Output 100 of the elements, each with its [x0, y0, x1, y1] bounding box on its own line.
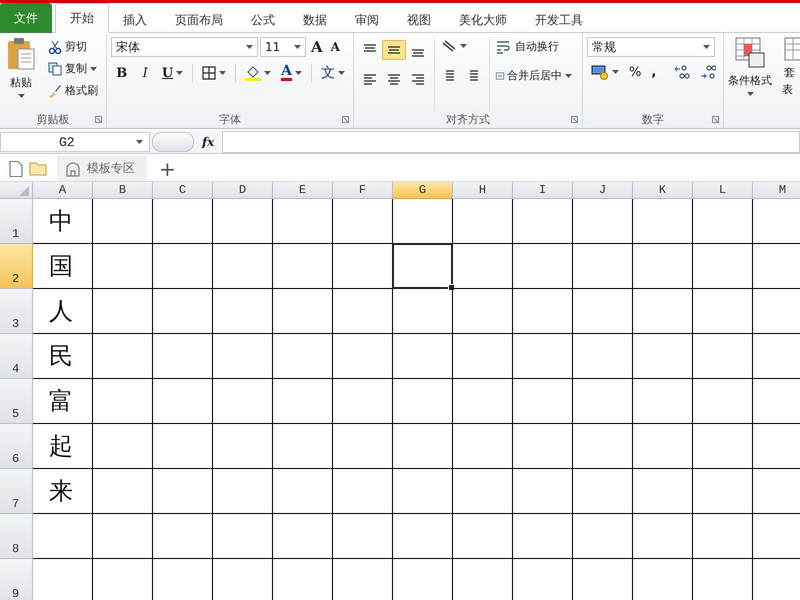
column-header[interactable]: E — [273, 182, 333, 199]
font-size-dropdown[interactable]: 11 — [260, 37, 306, 57]
merge-center-button[interactable]: 合并后居中 — [492, 66, 576, 85]
row-header[interactable]: 1 — [0, 199, 33, 244]
insert-function-button[interactable]: fx — [196, 135, 220, 149]
bold-button[interactable]: B — [111, 64, 132, 82]
row-header[interactable]: 8 — [0, 514, 33, 559]
table-chart-icon — [735, 37, 765, 69]
row-header[interactable]: 5 — [0, 379, 33, 424]
ribbon-tab[interactable]: 页面布局 — [161, 7, 237, 33]
grid-cell — [573, 379, 633, 424]
conditional-formatting-button[interactable]: 条件格式 — [724, 33, 776, 128]
copy-button[interactable]: 复制 — [44, 59, 102, 78]
group-label: 剪贴板 — [36, 112, 70, 127]
template-tab[interactable]: 模板专区 — [57, 156, 147, 181]
italic-button[interactable]: I — [134, 64, 156, 82]
paste-button[interactable]: 粘贴 — [4, 37, 38, 111]
grid-cell — [693, 199, 753, 244]
row-header[interactable]: 4 — [0, 334, 33, 379]
ribbon-tab[interactable]: 视图 — [393, 7, 445, 33]
row-header[interactable]: 6 — [0, 424, 33, 469]
decrease-decimal-icon — [700, 65, 716, 79]
cell-text: 人 — [49, 296, 73, 327]
percent-button[interactable]: % — [625, 62, 646, 82]
grid-cell — [453, 424, 513, 469]
row-header[interactable]: 2 — [0, 244, 33, 289]
column-header[interactable]: A — [33, 182, 93, 199]
number-format-dropdown[interactable]: 常规 — [587, 37, 715, 57]
grid-cell — [513, 199, 573, 244]
phonetic-button[interactable]: 文 — [316, 62, 349, 84]
ribbon-tab[interactable]: 开发工具 — [521, 7, 597, 33]
column-header[interactable]: K — [633, 182, 693, 199]
column-header[interactable]: F — [333, 182, 393, 199]
grid-cell — [213, 424, 273, 469]
caret-icon — [90, 66, 97, 70]
ribbon-tab[interactable]: 审阅 — [341, 7, 393, 33]
comma-button[interactable]: , — [647, 62, 660, 82]
grid-cell — [393, 514, 453, 559]
cut-button[interactable]: 剪切 — [44, 37, 102, 56]
ribbon-tab[interactable]: 数据 — [289, 7, 341, 33]
grid-cell — [573, 469, 633, 514]
grid-cell — [573, 334, 633, 379]
scissors-icon — [48, 40, 62, 54]
column-header[interactable]: I — [513, 182, 573, 199]
column-header[interactable]: J — [573, 182, 633, 199]
caret-icon — [246, 45, 253, 49]
folder-icon — [29, 161, 47, 176]
increase-decimal-icon — [674, 65, 690, 79]
grid-cell — [573, 199, 633, 244]
column-header[interactable]: H — [453, 182, 513, 199]
paintbrush-icon — [48, 84, 62, 98]
grid-cell — [513, 289, 573, 334]
grid-cell — [153, 424, 213, 469]
ribbon-tab[interactable]: 开始 — [55, 3, 109, 33]
file-tab[interactable]: 文件 — [0, 3, 52, 33]
column-header[interactable]: C — [153, 182, 213, 199]
font-color-button[interactable]: A — [277, 63, 306, 83]
grid-cell — [93, 514, 153, 559]
grid-cell — [393, 469, 453, 514]
ribbon-tab[interactable]: 公式 — [237, 7, 289, 33]
grid-cell — [633, 334, 693, 379]
ribbon-tab[interactable]: 插入 — [109, 7, 161, 33]
grid-cell — [333, 334, 393, 379]
column-header[interactable]: D — [213, 182, 273, 199]
column-header[interactable]: L — [693, 182, 753, 199]
name-box[interactable]: G2 — [0, 132, 150, 152]
grid-cell — [273, 334, 333, 379]
grow-font-button[interactable]: A — [308, 37, 326, 57]
caret-icon — [219, 71, 226, 75]
caret-icon — [18, 94, 24, 98]
format-painter-button[interactable]: 格式刷 — [44, 81, 102, 100]
grid-cell — [453, 199, 513, 244]
grid-cell — [453, 514, 513, 559]
middle-align-button[interactable] — [382, 40, 406, 60]
grid-icon — [202, 66, 216, 80]
column-header[interactable]: B — [93, 182, 153, 199]
row-header[interactable]: 7 — [0, 469, 33, 514]
row-header[interactable]: 3 — [0, 289, 33, 334]
shrink-font-button[interactable]: A — [328, 39, 343, 55]
font-name-dropdown[interactable]: 宋体 — [111, 37, 258, 57]
grid-cell — [393, 424, 453, 469]
ribbon-tab[interactable]: 美化大师 — [445, 7, 521, 33]
grid-cell — [693, 379, 753, 424]
column-header[interactable]: G — [393, 182, 453, 199]
grid-cell — [153, 469, 213, 514]
grid-cell — [273, 424, 333, 469]
row-header[interactable]: 9 — [0, 559, 33, 600]
column-header[interactable]: M — [753, 182, 800, 199]
underline-button[interactable]: U — [158, 64, 188, 82]
formula-input-field[interactable] — [222, 131, 800, 153]
wrap-text-button[interactable]: 自动换行 — [492, 37, 576, 56]
cell-text: 起 — [49, 431, 73, 462]
cell-text: 民 — [49, 341, 73, 372]
grid-cell — [453, 334, 513, 379]
grid-cell — [273, 379, 333, 424]
add-tab-button[interactable]: + — [153, 158, 182, 178]
caret-icon — [703, 45, 710, 49]
group-label: 对齐方式 — [446, 112, 490, 127]
corner-triangle-icon — [19, 186, 29, 196]
grid-cell — [513, 514, 573, 559]
